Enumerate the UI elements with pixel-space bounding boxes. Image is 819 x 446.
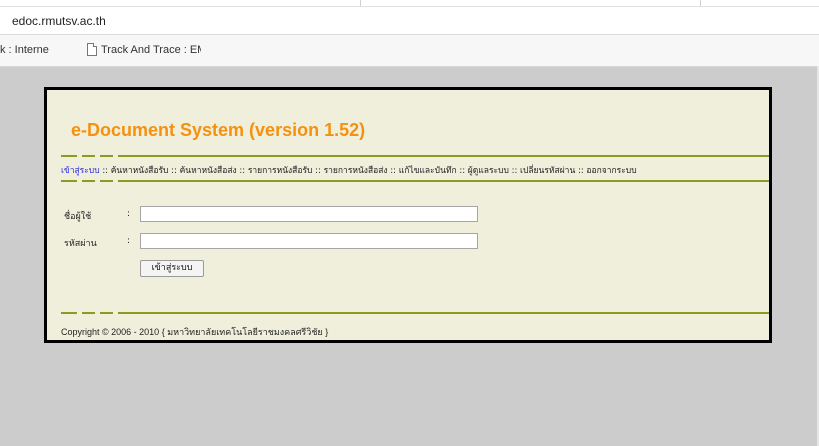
nav-change-password[interactable]: เปลี่ยนรหัสผ่าน xyxy=(520,166,575,176)
nav-list-sent[interactable]: รายการหนังสือส่ง xyxy=(324,166,388,176)
copyright-text: Copyright © 2006 - 2010 { มหาวิทยาลัยเทค… xyxy=(61,327,329,337)
url-text[interactable]: edoc.rmutsv.ac.th xyxy=(12,14,106,28)
tab-strip xyxy=(0,0,819,7)
nav-search-received[interactable]: ค้นหาหนังสือรับ xyxy=(111,166,169,176)
tab-divider xyxy=(700,0,701,6)
nav-separator: :: xyxy=(511,166,518,176)
nav-logout[interactable]: ออกจากระบบ xyxy=(586,166,636,176)
divider xyxy=(61,312,769,314)
nav-edit-save[interactable]: แก้ไขและบันทึก xyxy=(399,166,457,176)
bookmarks-bar: k : Interne Track And Trace : EM xyxy=(0,35,819,67)
nav-search-sent[interactable]: ค้นหาหนังสือส่ง xyxy=(180,166,237,176)
nav-login[interactable]: เข้าสู่ระบบ xyxy=(61,166,100,176)
nav-separator: :: xyxy=(171,166,177,176)
nav-menu: เข้าสู่ระบบ :: ค้นหาหนังสือรับ :: ค้นหาห… xyxy=(61,163,637,177)
bookmark-item[interactable]: k : Interne xyxy=(0,44,64,56)
nav-separator: :: xyxy=(459,166,466,176)
password-input[interactable] xyxy=(140,233,478,249)
divider xyxy=(61,155,769,157)
login-button[interactable]: เข้าสู่ระบบ xyxy=(140,260,204,277)
nav-separator: :: xyxy=(577,166,584,176)
password-label: รหัสผ่าน xyxy=(64,239,97,249)
address-bar[interactable]: edoc.rmutsv.ac.th xyxy=(0,7,819,35)
colon: : xyxy=(127,236,131,246)
nav-admin[interactable]: ผู้ดูแลระบบ xyxy=(468,166,509,176)
bookmark-label: k : Interne xyxy=(0,44,49,56)
nav-separator: :: xyxy=(102,166,109,176)
tab-divider xyxy=(360,0,361,6)
nav-separator: :: xyxy=(239,166,246,176)
page-icon xyxy=(87,43,97,56)
username-input[interactable] xyxy=(140,206,478,222)
username-label: ชื่อผู้ใช้ xyxy=(64,212,92,222)
nav-separator: :: xyxy=(315,166,321,176)
bookmark-label: Track And Trace : EM xyxy=(101,44,201,56)
edoc-panel: e-Document System (version 1.52) เข้าสู่… xyxy=(44,87,772,343)
divider xyxy=(61,180,769,182)
colon: : xyxy=(127,209,131,219)
nav-list-received[interactable]: รายการหนังสือรับ xyxy=(248,166,313,176)
page-title: e-Document System (version 1.52) xyxy=(71,120,366,140)
nav-separator: :: xyxy=(390,166,397,176)
bookmark-item[interactable]: Track And Trace : EM xyxy=(101,44,201,56)
